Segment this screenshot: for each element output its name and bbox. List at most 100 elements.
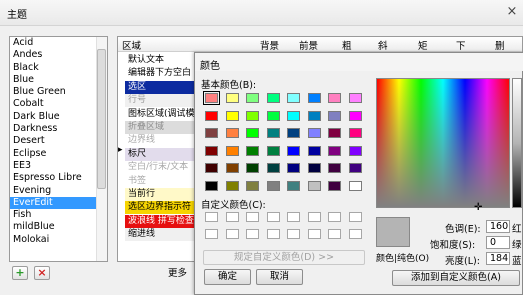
column-bold[interactable]: 粗 — [342, 38, 352, 52]
area-row[interactable]: 空白/行末/文本 — [125, 161, 195, 175]
basic-color-swatch[interactable] — [205, 128, 218, 138]
column-background[interactable]: 背景 — [260, 38, 279, 52]
theme-list-item[interactable]: Acid — [10, 37, 107, 49]
basic-color-swatch[interactable] — [203, 91, 220, 105]
custom-color-swatch[interactable] — [246, 212, 259, 222]
basic-color-swatch[interactable] — [307, 110, 321, 121]
area-row[interactable]: 编辑器下方空白 — [125, 67, 195, 81]
basic-color-swatch[interactable] — [225, 128, 239, 138]
custom-color-swatch[interactable] — [266, 229, 280, 239]
basic-color-swatch[interactable] — [287, 163, 300, 173]
custom-color-swatch[interactable] — [307, 212, 321, 222]
basic-color-swatch[interactable] — [246, 93, 259, 103]
theme-list-item[interactable]: Dark Blue — [10, 111, 107, 123]
basic-color-swatch[interactable] — [266, 110, 280, 121]
theme-list[interactable]: Acid Andes Black Blue Blue Green Cobalt Dark B… — [9, 36, 108, 262]
luminance-slider[interactable] — [512, 78, 522, 208]
basic-color-swatch[interactable] — [348, 163, 362, 173]
column-area[interactable]: 区域 — [122, 38, 141, 52]
basic-color-swatch[interactable] — [205, 180, 218, 191]
area-row[interactable]: 选区边界指示符 — [125, 201, 195, 215]
theme-list-item[interactable]: Evening — [10, 185, 107, 197]
basic-color-swatch[interactable] — [307, 163, 321, 173]
area-row[interactable]: 缩进线 — [125, 228, 195, 242]
basic-color-swatch[interactable] — [348, 110, 362, 121]
luminance-field[interactable]: 184 — [486, 252, 510, 265]
custom-color-swatch[interactable] — [307, 229, 321, 239]
ok-button[interactable]: 确定 — [204, 269, 251, 285]
theme-list-item[interactable]: Blue — [10, 74, 107, 86]
area-row[interactable]: 书签 — [125, 174, 195, 188]
basic-color-swatch[interactable] — [225, 145, 239, 156]
custom-color-swatch[interactable] — [287, 229, 300, 239]
basic-color-swatch[interactable] — [328, 93, 341, 103]
remove-theme-button[interactable]: × — [34, 266, 50, 280]
theme-list-item[interactable]: Black — [10, 62, 107, 74]
area-row[interactable]: 标尺 — [125, 147, 195, 161]
basic-color-swatch[interactable] — [287, 128, 300, 138]
column-strike[interactable]: 删 — [495, 38, 505, 52]
basic-color-swatch[interactable] — [307, 93, 321, 103]
basic-color-swatch[interactable] — [225, 93, 239, 103]
basic-color-swatch[interactable] — [348, 145, 362, 156]
column-foreground[interactable]: 前景 — [299, 38, 318, 52]
basic-color-swatch[interactable] — [205, 163, 218, 173]
basic-color-swatch[interactable] — [246, 145, 259, 156]
custom-color-swatch[interactable] — [205, 229, 218, 239]
basic-color-swatch[interactable] — [287, 110, 300, 121]
basic-color-swatch[interactable] — [246, 163, 259, 173]
basic-color-swatch[interactable] — [246, 110, 259, 121]
basic-color-swatch[interactable] — [307, 145, 321, 156]
theme-list-item[interactable]: Fish — [10, 209, 107, 221]
theme-list-item[interactable]: EverEdit — [10, 196, 107, 210]
basic-color-swatch[interactable] — [225, 163, 239, 173]
custom-color-swatch[interactable] — [266, 212, 280, 222]
basic-color-swatch[interactable] — [348, 93, 362, 103]
cancel-button[interactable]: 取消 — [256, 269, 303, 285]
area-row[interactable]: 默认文本 — [125, 54, 195, 67]
theme-list-item[interactable]: Andes — [10, 49, 107, 61]
column-rect[interactable]: 矩 — [418, 38, 428, 52]
theme-list-item[interactable]: Desert — [10, 135, 107, 147]
more-button[interactable]: 更多 — [168, 266, 194, 281]
color-spectrum[interactable] — [376, 78, 510, 208]
basic-color-swatch[interactable] — [266, 145, 280, 156]
basic-color-swatch[interactable] — [287, 180, 300, 191]
theme-list-item[interactable]: mildBlue — [10, 221, 107, 233]
hue-field[interactable]: 160 — [486, 220, 510, 233]
basic-color-swatch[interactable] — [328, 145, 341, 156]
custom-color-swatch[interactable] — [225, 212, 239, 222]
basic-color-swatch[interactable] — [225, 180, 239, 191]
custom-color-swatch[interactable] — [328, 229, 341, 239]
custom-color-swatch[interactable] — [328, 212, 341, 222]
basic-color-swatch[interactable] — [266, 93, 280, 103]
theme-list-item[interactable]: Molokai — [10, 234, 107, 246]
column-underline[interactable]: 下 — [456, 38, 466, 52]
basic-color-swatch[interactable] — [287, 93, 300, 103]
close-icon[interactable]: × — [504, 4, 520, 20]
basic-color-swatch[interactable] — [348, 180, 362, 191]
basic-color-swatch[interactable] — [287, 145, 300, 156]
theme-list-scroll-thumb[interactable] — [97, 49, 106, 189]
area-row[interactable]: 波浪线 拼写检查 — [125, 214, 195, 228]
basic-color-swatch[interactable] — [307, 180, 321, 191]
basic-color-swatch[interactable] — [307, 128, 321, 138]
basic-color-swatch[interactable] — [266, 163, 280, 173]
custom-color-swatch[interactable] — [348, 229, 362, 239]
theme-list-item[interactable]: Cobalt — [10, 98, 107, 110]
theme-list-item[interactable]: Eclipse — [10, 148, 107, 160]
custom-color-swatch[interactable] — [225, 229, 239, 239]
basic-color-swatch[interactable] — [205, 110, 218, 121]
area-row[interactable]: 边界线 — [125, 134, 195, 148]
theme-list-item[interactable]: Espresso Libre — [10, 172, 107, 184]
basic-color-swatch[interactable] — [246, 128, 259, 138]
basic-color-swatch[interactable] — [328, 163, 341, 173]
area-row[interactable]: 当前行 — [125, 188, 195, 201]
basic-color-swatch[interactable] — [266, 128, 280, 138]
custom-color-swatch[interactable] — [246, 229, 259, 239]
column-italic[interactable]: 斜 — [378, 38, 388, 52]
basic-color-swatch[interactable] — [328, 128, 341, 138]
area-row[interactable]: 行号 — [125, 94, 195, 108]
theme-list-item[interactable]: Blue Green — [10, 86, 107, 98]
add-custom-color-button[interactable]: 添加到自定义颜色(A) — [392, 270, 520, 286]
